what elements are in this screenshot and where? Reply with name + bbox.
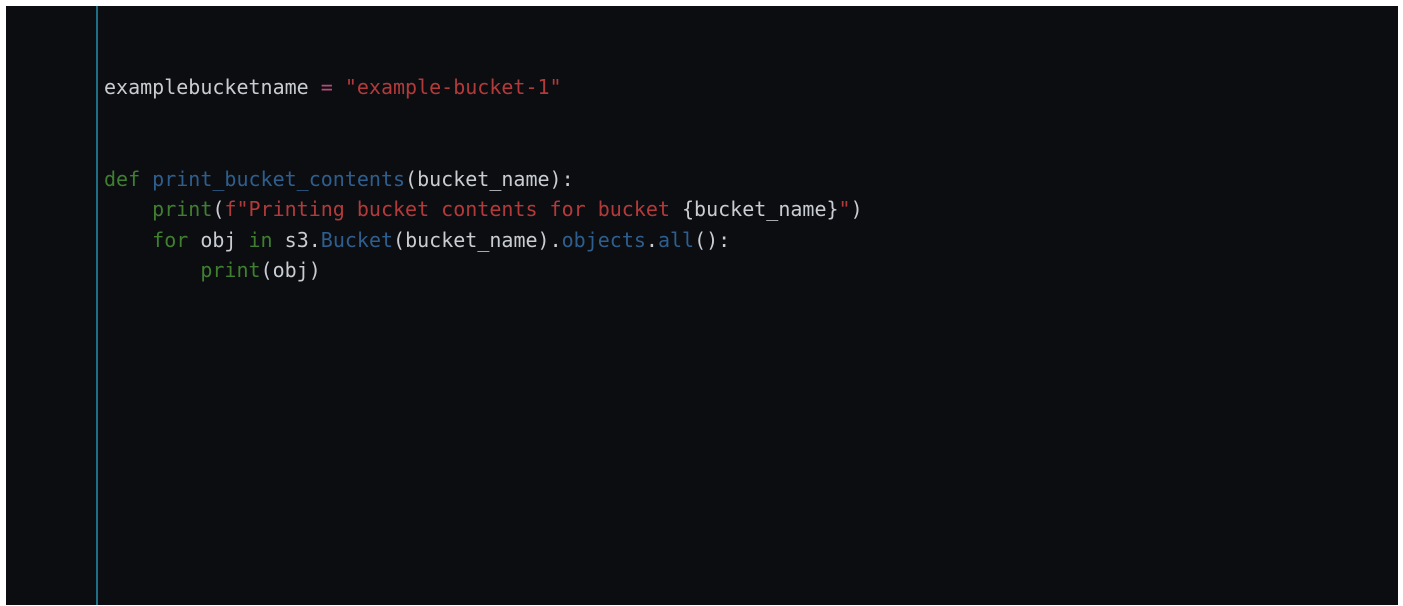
- code-token-punct: [140, 167, 152, 191]
- code-line[interactable]: for obj in s3.Bucket(bucket_name).object…: [104, 225, 863, 256]
- code-token-str: f"Printing bucket contents for bucket: [224, 197, 682, 221]
- code-line[interactable]: [104, 133, 863, 164]
- code-token-kw: for: [152, 227, 189, 252]
- code-line[interactable]: [104, 103, 863, 134]
- code-token-punct: (bucket_name).: [393, 227, 562, 252]
- code-area[interactable]: examplebucketname = "example-bucket-1" de…: [104, 72, 863, 286]
- code-token-punct: [309, 75, 321, 99]
- code-token-attr: objects: [561, 227, 646, 252]
- code-token-punct: [333, 75, 345, 99]
- code-token-op: =: [320, 75, 333, 99]
- code-token-punct: (: [212, 197, 225, 221]
- code-token-punct: ): [850, 197, 863, 221]
- code-token-punct: ():: [694, 227, 731, 252]
- code-token-punct: (obj): [260, 258, 321, 282]
- code-token-ident: obj: [188, 227, 249, 252]
- code-line[interactable]: def print_bucket_contents(bucket_name):: [104, 164, 863, 195]
- code-line[interactable]: examplebucketname = "example-bucket-1": [104, 72, 863, 103]
- code-token-punct: [104, 197, 152, 221]
- code-token-builtin: print: [200, 258, 261, 282]
- code-token-punct: [104, 258, 200, 282]
- code-token-ident: s3.: [272, 227, 321, 252]
- code-token-str: ": [838, 197, 851, 221]
- code-token-builtin: print: [152, 197, 213, 221]
- code-token-ident: {bucket_name}: [682, 197, 839, 221]
- code-editor[interactable]: examplebucketname = "example-bucket-1" de…: [6, 6, 1398, 605]
- code-token-attr: all: [657, 227, 695, 252]
- code-token-kw: in: [248, 227, 273, 252]
- code-line[interactable]: print(obj): [104, 255, 863, 286]
- code-token-ident: examplebucketname: [104, 75, 309, 99]
- code-token-punct: .: [645, 227, 658, 252]
- code-line[interactable]: print(f"Printing bucket contents for buc…: [104, 194, 863, 225]
- indent-guide: [96, 6, 98, 605]
- code-token-attr: Bucket: [320, 227, 394, 252]
- code-token-fn: print_bucket_contents: [152, 166, 406, 191]
- code-token-punct: (bucket_name):: [405, 166, 574, 191]
- code-token-kw: def: [104, 166, 141, 191]
- code-token-punct: [104, 228, 152, 252]
- code-token-str: "example-bucket-1": [344, 75, 562, 99]
